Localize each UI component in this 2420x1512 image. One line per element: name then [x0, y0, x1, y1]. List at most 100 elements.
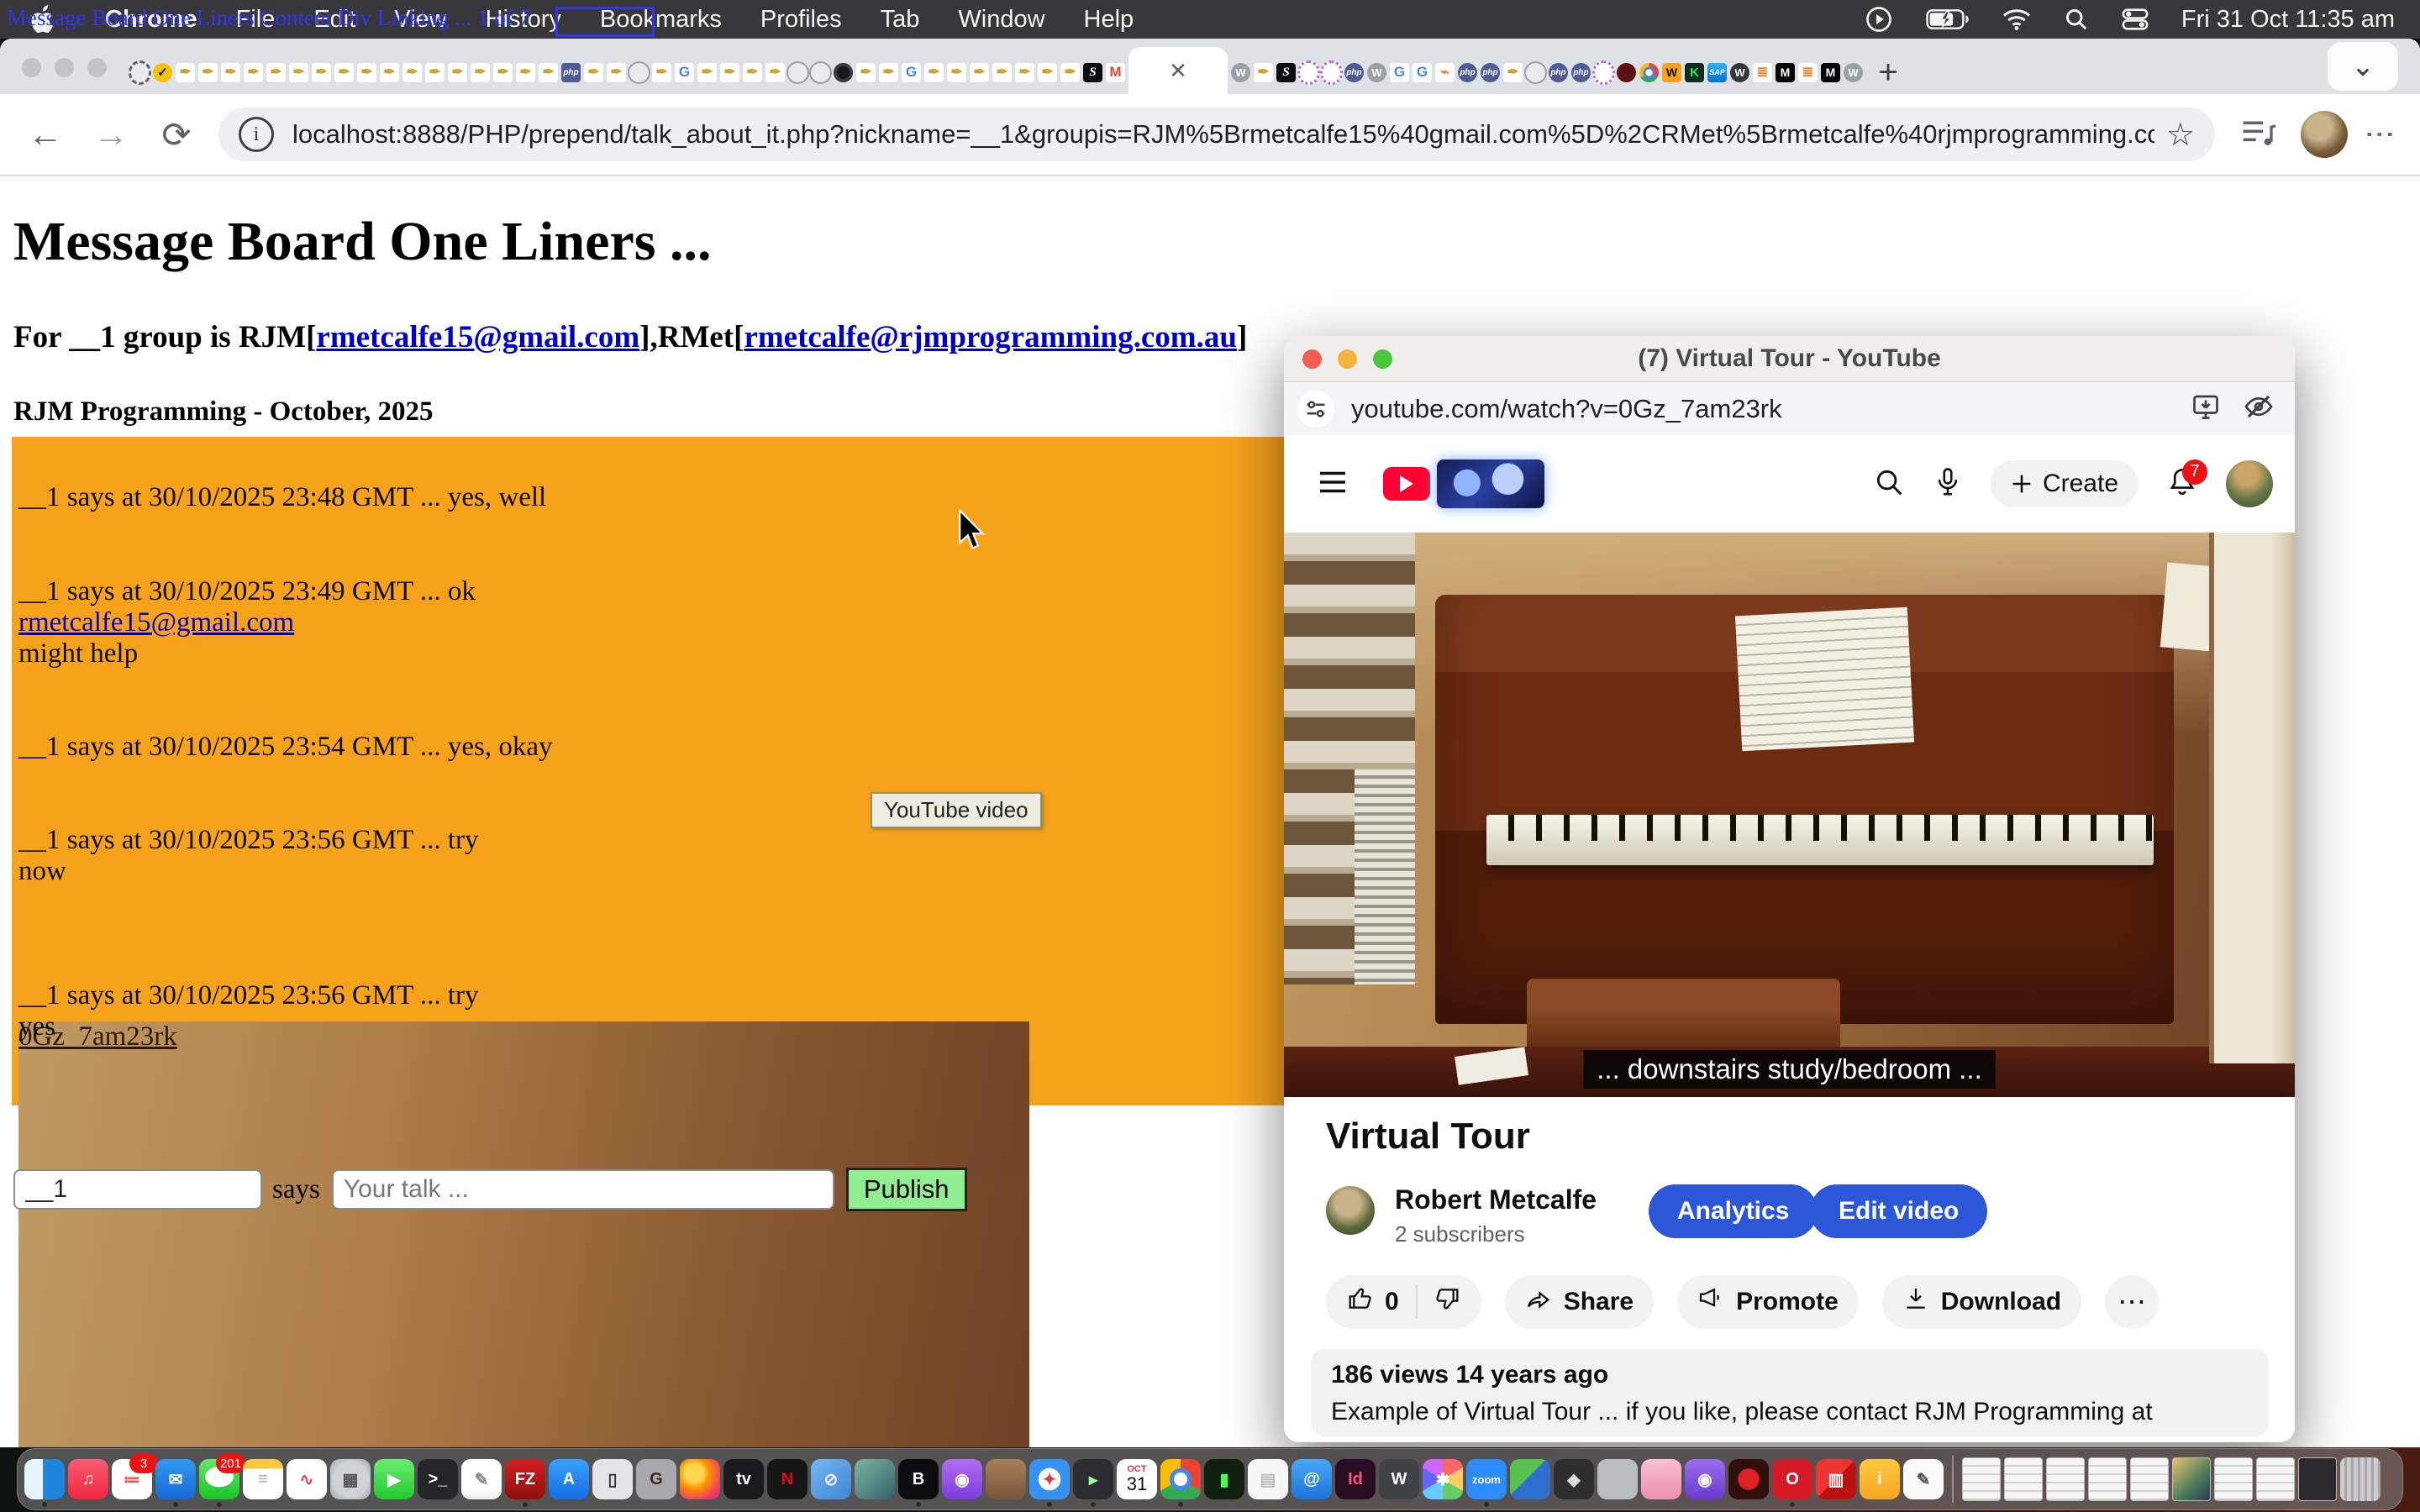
browser-tab-som[interactable]: M — [1774, 50, 1797, 94]
browser-tab-phpc[interactable]: php — [1456, 50, 1479, 94]
dock-item-brown-app[interactable] — [986, 1459, 1026, 1499]
browser-tab-sdark[interactable]: S — [1275, 50, 1297, 94]
browser-tab-wpdark[interactable]: W — [1728, 50, 1751, 94]
dock-item-netflix[interactable]: N — [767, 1459, 808, 1499]
dock-item-curio-wave[interactable]: ∿ — [287, 1459, 327, 1499]
dock-item-minimized-window[interactable] — [2256, 1457, 2295, 1501]
dock-item-zoom[interactable]: zoom — [1466, 1459, 1507, 1499]
dock-item-appstore[interactable]: A — [549, 1459, 589, 1499]
browser-tab-quill[interactable]: ✒ — [287, 50, 310, 94]
download-button[interactable]: Download — [1882, 1275, 2081, 1329]
minimize-window-button[interactable] — [55, 58, 74, 77]
browser-tab-quill[interactable]: ✒ — [514, 50, 537, 94]
dock-item-b-app[interactable]: B — [898, 1459, 939, 1499]
browser-tab-quill[interactable]: ✒ — [469, 50, 492, 94]
open-in-chrome-icon[interactable] — [2191, 391, 2221, 426]
browser-tab-google[interactable]: G — [1411, 50, 1434, 94]
media-controls-icon[interactable] — [2240, 116, 2277, 154]
message-link-email[interactable]: rmetcalfe15@gmail.com — [18, 607, 294, 638]
mic-icon[interactable] — [1933, 466, 1962, 502]
browser-tab-quill[interactable]: ✒ — [1036, 50, 1059, 94]
omnibox[interactable]: i localhost:8888/PHP/prepend/talk_about_… — [218, 108, 2215, 161]
message-link-video[interactable]: 0Gz_7am23rk — [18, 1177, 1029, 1447]
edit-video-button[interactable]: Edit video — [1810, 1184, 1987, 1238]
browser-tab-gmail[interactable]: M — [1104, 50, 1127, 94]
dock-item-purple-face[interactable]: ◉ — [1685, 1459, 1725, 1499]
screen-mirroring-icon[interactable] — [1864, 4, 1894, 34]
dock-item-minimized-window[interactable] — [2214, 1457, 2253, 1501]
active-tab[interactable]: ✕ — [1128, 47, 1228, 94]
dock-item-pink-photos[interactable] — [1641, 1459, 1681, 1499]
reload-button[interactable]: ⟳ — [156, 114, 197, 155]
dock-item-cards-app[interactable]: ▥ — [1816, 1459, 1856, 1499]
tab-search-chevron[interactable]: ⌄ — [2328, 42, 2398, 91]
dock-item-hands-app[interactable] — [1597, 1459, 1638, 1499]
browser-tab-phpc[interactable]: php — [1547, 50, 1570, 94]
dock-item-launchpad[interactable]: ▦ — [330, 1459, 371, 1499]
browser-tab-quill[interactable]: ✒ — [718, 50, 741, 94]
browser-tab-quill[interactable]: ✒ — [1502, 50, 1524, 94]
dock-item-reminders[interactable]: ≔3 — [112, 1459, 152, 1499]
browser-tab-google[interactable]: G — [1388, 50, 1411, 94]
browser-tab-quill[interactable]: ✒ — [855, 50, 877, 94]
browser-tab-kgreen[interactable]: K — [1683, 50, 1706, 94]
browser-tab-sbs[interactable]: W — [1660, 50, 1683, 94]
browser-tab-quill[interactable]: ✒ — [968, 50, 991, 94]
dock-item-minimized-window[interactable] — [2088, 1457, 2127, 1501]
wifi-icon[interactable] — [2002, 8, 2032, 31]
spotlight-search-icon[interactable] — [2064, 7, 2089, 32]
new-tab-button[interactable]: + — [1865, 50, 1912, 94]
browser-tab-quill[interactable]: ✒ — [310, 50, 333, 94]
browser-tab-quill[interactable]: ✒ — [1013, 50, 1036, 94]
menu-item-profiles[interactable]: Profiles — [741, 6, 861, 34]
talk-input[interactable] — [332, 1169, 834, 1210]
browser-tab-globe[interactable] — [809, 50, 832, 94]
hide-preview-eye-icon[interactable] — [2243, 391, 2275, 426]
profile-avatar[interactable] — [2301, 111, 2348, 158]
browser-tab-quill[interactable]: ✒ — [355, 50, 378, 94]
publish-button[interactable]: Publish — [846, 1168, 967, 1211]
more-actions-button[interactable]: ⋯ — [2105, 1275, 2159, 1329]
dock-item-minimized-photo[interactable] — [2172, 1457, 2211, 1501]
browser-tab-quill[interactable]: ✒ — [424, 50, 446, 94]
create-button[interactable]: Create — [1991, 460, 2139, 507]
dock-item-trash[interactable] — [2340, 1457, 2381, 1501]
browser-tab-sdark[interactable]: S — [1081, 50, 1104, 94]
dock-item-pen-app[interactable]: ✎ — [1903, 1459, 1944, 1499]
browser-tab-quill[interactable]: ✒ — [741, 50, 764, 94]
dock-item-terminal-2[interactable]: ▸ — [1073, 1459, 1113, 1499]
browser-tab-wpgrey[interactable]: W — [1365, 50, 1388, 94]
site-info-icon[interactable]: i — [239, 117, 274, 152]
browser-tab-darkred[interactable] — [1615, 50, 1638, 94]
browser-tab-so[interactable]: ≣ — [1751, 50, 1774, 94]
dock-item-minimized-window[interactable] — [2004, 1457, 2043, 1501]
dock-item-minimized-window[interactable] — [2130, 1457, 2169, 1501]
video-player[interactable]: ... downstairs study/bedroom ... — [1284, 533, 2295, 1097]
browser-tab-camera[interactable] — [832, 50, 855, 94]
menu-item-help[interactable]: Help — [1065, 6, 1154, 34]
browser-tab-medium[interactable]: M — [1819, 50, 1842, 94]
browser-tab-dots[interactable] — [1320, 50, 1343, 94]
browser-tab-quill[interactable]: ✒ — [333, 50, 355, 94]
site-settings-icon[interactable] — [1297, 391, 1334, 428]
channel-name[interactable]: Robert Metcalfe — [1395, 1184, 1597, 1215]
browser-tab-globe[interactable] — [1524, 50, 1547, 94]
browser-tab-google[interactable]: G — [673, 50, 696, 94]
close-tab-icon[interactable]: ✕ — [1169, 58, 1187, 84]
zoom-window-button[interactable] — [87, 58, 107, 77]
channel-avatar[interactable] — [1326, 1186, 1375, 1235]
description-box[interactable]: 186 views 14 years ago Example of Virtua… — [1311, 1349, 2269, 1436]
dock-item-minimized-window[interactable] — [1962, 1457, 2001, 1501]
browser-tab-quill[interactable]: ✒ — [991, 50, 1013, 94]
dock-item-kaleidoscope[interactable]: ✱ — [1423, 1459, 1463, 1499]
browser-tab-phpc[interactable]: php — [1570, 50, 1592, 94]
popup-url-text[interactable]: youtube.com/watch?v=0Gz_7am23rk — [1351, 394, 2191, 424]
browser-tab-flame[interactable]: ⌁ — [1434, 50, 1456, 94]
dock-item-photo-app[interactable] — [855, 1459, 895, 1499]
browser-tab-quill[interactable]: ✒ — [1252, 50, 1275, 94]
menu-bar-clock[interactable]: Fri 31 Oct 11:35 am — [2181, 6, 2395, 34]
dock-item-opera[interactable]: O — [1772, 1459, 1812, 1499]
dock-item-minimized-dark-window[interactable] — [2298, 1457, 2337, 1501]
browser-tab-quill[interactable]: ✒ — [401, 50, 424, 94]
dock-item-chrome[interactable] — [1160, 1459, 1201, 1499]
